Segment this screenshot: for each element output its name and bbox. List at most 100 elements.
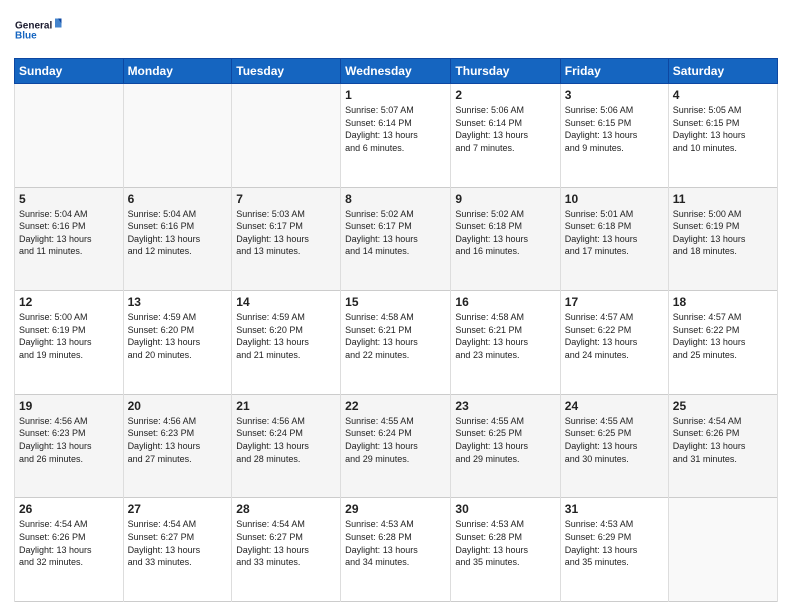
week-row-0: 1 Sunrise: 5:07 AM Sunset: 6:14 PM Daylig… <box>15 84 778 188</box>
day-cell: 10 Sunrise: 5:01 AM Sunset: 6:18 PM Dayli… <box>560 187 668 291</box>
day-number: 11 <box>673 192 773 206</box>
day-info: Sunrise: 4:53 AM Sunset: 6:29 PM Dayligh… <box>565 518 664 568</box>
day-cell: 6 Sunrise: 5:04 AM Sunset: 6:16 PM Daylig… <box>123 187 232 291</box>
day-cell: 5 Sunrise: 5:04 AM Sunset: 6:16 PM Daylig… <box>15 187 124 291</box>
day-cell: 14Sunrise: 4:59 AM Sunset: 6:20 PM Dayli… <box>232 291 341 395</box>
logo-svg: General Blue <box>14 10 64 50</box>
header-cell-wednesday: Wednesday <box>341 59 451 84</box>
svg-text:General: General <box>15 21 52 32</box>
svg-text:Blue: Blue <box>15 31 37 42</box>
day-number: 23 <box>455 399 555 413</box>
header-cell-friday: Friday <box>560 59 668 84</box>
day-cell: 20 Sunrise: 4:56 AM Sunset: 6:23 PM Dayli… <box>123 394 232 498</box>
day-cell: 8 Sunrise: 5:02 AM Sunset: 6:17 PM Daylig… <box>341 187 451 291</box>
day-cell: 12Sunrise: 5:00 AM Sunset: 6:19 PM Dayli… <box>15 291 124 395</box>
day-number: 30 <box>455 502 555 516</box>
day-number: 31 <box>565 502 664 516</box>
day-info: Sunrise: 4:57 AM Sunset: 6:22 PM Dayligh… <box>565 311 664 361</box>
day-number: 16 <box>455 295 555 309</box>
day-info: Sunrise: 4:55 AM Sunset: 6:24 PM Dayligh… <box>345 415 446 465</box>
day-cell: 24 Sunrise: 4:55 AM Sunset: 6:25 PM Dayli… <box>560 394 668 498</box>
day-info: Sunrise: 5:01 AM Sunset: 6:18 PM Dayligh… <box>565 208 664 258</box>
day-number: 15 <box>345 295 446 309</box>
day-cell <box>668 498 777 602</box>
header-cell-thursday: Thursday <box>451 59 560 84</box>
day-info: Sunrise: 5:04 AM Sunset: 6:16 PM Dayligh… <box>19 208 119 258</box>
day-number: 1 <box>345 88 446 102</box>
day-cell <box>123 84 232 188</box>
day-number: 20 <box>128 399 228 413</box>
day-cell: 26Sunrise: 4:54 AM Sunset: 6:26 PM Dayli… <box>15 498 124 602</box>
day-number: 24 <box>565 399 664 413</box>
day-number: 21 <box>236 399 336 413</box>
day-info: Sunrise: 4:54 AM Sunset: 6:27 PM Dayligh… <box>128 518 228 568</box>
day-info: Sunrise: 5:00 AM Sunset: 6:19 PM Dayligh… <box>673 208 773 258</box>
day-info: Sunrise: 5:00 AM Sunset: 6:19 PM Dayligh… <box>19 311 119 361</box>
day-number: 25 <box>673 399 773 413</box>
day-number: 28 <box>236 502 336 516</box>
day-info: Sunrise: 4:56 AM Sunset: 6:24 PM Dayligh… <box>236 415 336 465</box>
day-info: Sunrise: 5:05 AM Sunset: 6:15 PM Dayligh… <box>673 104 773 154</box>
day-info: Sunrise: 4:57 AM Sunset: 6:22 PM Dayligh… <box>673 311 773 361</box>
day-cell: 4 Sunrise: 5:05 AM Sunset: 6:15 PM Daylig… <box>668 84 777 188</box>
day-number: 29 <box>345 502 446 516</box>
day-number: 13 <box>128 295 228 309</box>
day-number: 5 <box>19 192 119 206</box>
day-number: 7 <box>236 192 336 206</box>
header-cell-sunday: Sunday <box>15 59 124 84</box>
day-cell: 19Sunrise: 4:56 AM Sunset: 6:23 PM Dayli… <box>15 394 124 498</box>
calendar-table: SundayMondayTuesdayWednesdayThursdayFrid… <box>14 58 778 602</box>
day-number: 9 <box>455 192 555 206</box>
header-cell-monday: Monday <box>123 59 232 84</box>
day-cell: 7 Sunrise: 5:03 AM Sunset: 6:17 PM Daylig… <box>232 187 341 291</box>
day-number: 27 <box>128 502 228 516</box>
week-row-4: 26Sunrise: 4:54 AM Sunset: 6:26 PM Dayli… <box>15 498 778 602</box>
calendar-page: General Blue SundayMondayTuesdayWednesda… <box>0 0 792 612</box>
header-cell-saturday: Saturday <box>668 59 777 84</box>
day-cell: 23Sunrise: 4:55 AM Sunset: 6:25 PM Dayli… <box>451 394 560 498</box>
day-info: Sunrise: 5:02 AM Sunset: 6:17 PM Dayligh… <box>345 208 446 258</box>
day-info: Sunrise: 4:54 AM Sunset: 6:26 PM Dayligh… <box>19 518 119 568</box>
day-info: Sunrise: 5:03 AM Sunset: 6:17 PM Dayligh… <box>236 208 336 258</box>
day-number: 2 <box>455 88 555 102</box>
day-cell: 9Sunrise: 5:02 AM Sunset: 6:18 PM Daylig… <box>451 187 560 291</box>
day-info: Sunrise: 4:53 AM Sunset: 6:28 PM Dayligh… <box>455 518 555 568</box>
day-number: 17 <box>565 295 664 309</box>
day-number: 3 <box>565 88 664 102</box>
day-number: 22 <box>345 399 446 413</box>
day-cell: 11 Sunrise: 5:00 AM Sunset: 6:19 PM Dayli… <box>668 187 777 291</box>
day-cell: 15Sunrise: 4:58 AM Sunset: 6:21 PM Dayli… <box>341 291 451 395</box>
week-row-1: 5 Sunrise: 5:04 AM Sunset: 6:16 PM Daylig… <box>15 187 778 291</box>
day-info: Sunrise: 4:55 AM Sunset: 6:25 PM Dayligh… <box>565 415 664 465</box>
day-number: 4 <box>673 88 773 102</box>
day-info: Sunrise: 5:07 AM Sunset: 6:14 PM Dayligh… <box>345 104 446 154</box>
day-cell: 3 Sunrise: 5:06 AM Sunset: 6:15 PM Daylig… <box>560 84 668 188</box>
day-cell: 29 Sunrise: 4:53 AM Sunset: 6:28 PM Dayli… <box>341 498 451 602</box>
day-info: Sunrise: 4:56 AM Sunset: 6:23 PM Dayligh… <box>19 415 119 465</box>
day-cell: 30 Sunrise: 4:53 AM Sunset: 6:28 PM Dayli… <box>451 498 560 602</box>
day-number: 18 <box>673 295 773 309</box>
day-info: Sunrise: 5:06 AM Sunset: 6:14 PM Dayligh… <box>455 104 555 154</box>
day-number: 8 <box>345 192 446 206</box>
day-info: Sunrise: 4:54 AM Sunset: 6:26 PM Dayligh… <box>673 415 773 465</box>
day-cell: 28Sunrise: 4:54 AM Sunset: 6:27 PM Dayli… <box>232 498 341 602</box>
day-info: Sunrise: 5:04 AM Sunset: 6:16 PM Dayligh… <box>128 208 228 258</box>
day-cell: 21 Sunrise: 4:56 AM Sunset: 6:24 PM Dayli… <box>232 394 341 498</box>
day-info: Sunrise: 4:56 AM Sunset: 6:23 PM Dayligh… <box>128 415 228 465</box>
day-cell: 2 Sunrise: 5:06 AM Sunset: 6:14 PM Daylig… <box>451 84 560 188</box>
week-row-3: 19Sunrise: 4:56 AM Sunset: 6:23 PM Dayli… <box>15 394 778 498</box>
week-row-2: 12Sunrise: 5:00 AM Sunset: 6:19 PM Dayli… <box>15 291 778 395</box>
day-info: Sunrise: 4:58 AM Sunset: 6:21 PM Dayligh… <box>455 311 555 361</box>
day-cell: 31 Sunrise: 4:53 AM Sunset: 6:29 PM Dayli… <box>560 498 668 602</box>
day-cell: 16 Sunrise: 4:58 AM Sunset: 6:21 PM Dayli… <box>451 291 560 395</box>
day-number: 6 <box>128 192 228 206</box>
header-cell-tuesday: Tuesday <box>232 59 341 84</box>
header-row: SundayMondayTuesdayWednesdayThursdayFrid… <box>15 59 778 84</box>
logo: General Blue <box>14 10 64 50</box>
day-cell: 22 Sunrise: 4:55 AM Sunset: 6:24 PM Dayli… <box>341 394 451 498</box>
day-info: Sunrise: 4:53 AM Sunset: 6:28 PM Dayligh… <box>345 518 446 568</box>
day-cell <box>15 84 124 188</box>
day-cell: 25 Sunrise: 4:54 AM Sunset: 6:26 PM Dayli… <box>668 394 777 498</box>
day-number: 10 <box>565 192 664 206</box>
day-info: Sunrise: 5:06 AM Sunset: 6:15 PM Dayligh… <box>565 104 664 154</box>
